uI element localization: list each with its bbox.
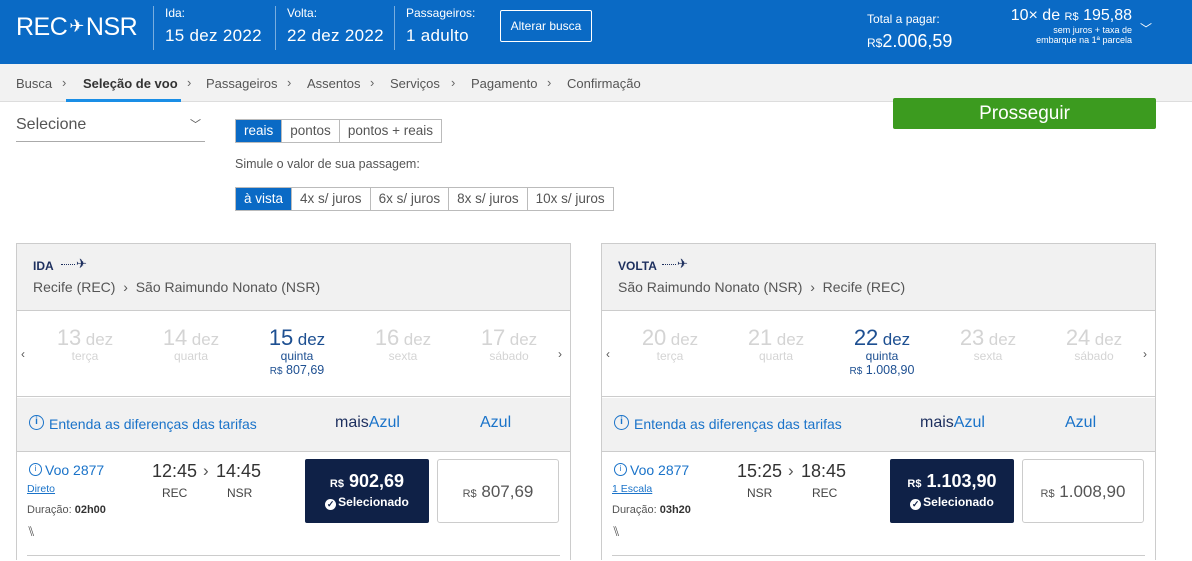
step-busca[interactable]: Busca <box>16 76 52 91</box>
chevron-down-icon: ﹀ <box>190 119 201 131</box>
option-pontos-reais[interactable]: pontos + reais <box>338 120 441 142</box>
plane-icon: ✈ <box>677 256 688 271</box>
date-option[interactable]: 23 dez sexta <box>948 325 1028 363</box>
proceed-button[interactable]: Prosseguir <box>893 98 1156 129</box>
info-icon[interactable]: i <box>29 415 44 430</box>
option-pontos[interactable]: pontos <box>281 120 339 142</box>
plane-icon: ✈ <box>69 16 84 36</box>
azul-column: Azul <box>1065 414 1097 431</box>
mais-azul-fare-selected[interactable]: R$ 1.103,90 ✓ Selecionado <box>890 459 1014 523</box>
alter-search-button[interactable]: Alterar busca <box>500 10 592 42</box>
arrival-time: 14:45 <box>216 461 262 481</box>
chevron-down-icon[interactable]: ﹀ <box>1140 20 1152 37</box>
info-icon[interactable]: i <box>29 463 42 476</box>
chevron-right-icon: › <box>370 75 375 90</box>
step-selecao-de-voo[interactable]: Seleção de voo <box>83 76 178 91</box>
passengers-info: Passageiros: 1 adulto <box>394 6 475 50</box>
breadcrumb: Busca › Seleção de voo › Passageiros › A… <box>0 64 1192 102</box>
option-8x[interactable]: 8x s/ juros <box>448 188 527 210</box>
ida-card: IDA ✈ Recife (REC) › São Raimundo Nonato… <box>16 243 571 560</box>
flight-type-link[interactable]: Direto <box>27 483 55 495</box>
volta-date-selector: ‹ 20 dez terça 21 dez quarta 22 dez quinta R… <box>602 312 1155 397</box>
chevron-right-icon: › <box>788 461 794 480</box>
azul-fare-option[interactable]: R$ 1.008,90 <box>1022 459 1144 523</box>
date-option[interactable]: 24 dez sábado <box>1054 325 1134 363</box>
volta-card: VOLTA ✈ São Raimundo Nonato (NSR) › Reci… <box>601 243 1156 560</box>
flight-number[interactable]: Voo 2877 <box>630 462 689 478</box>
info-icon[interactable]: i <box>614 415 629 430</box>
chevron-right-icon: › <box>187 75 192 90</box>
date-option[interactable]: 13 dez terça <box>45 325 125 363</box>
chevron-right-icon[interactable]: › <box>1143 347 1147 361</box>
fare-header: i Entenda as diferenças das tarifas mais… <box>602 398 1155 452</box>
fare-differences-link[interactable]: Entenda as diferenças das tarifas <box>634 416 842 432</box>
volta-header: VOLTA ✈ São Raimundo Nonato (NSR) › Reci… <box>602 244 1155 311</box>
chevron-left-icon[interactable]: ‹ <box>21 347 25 361</box>
installment-toggle: à vista 4x s/ juros 6x s/ juros 8x s/ ju… <box>235 187 614 211</box>
step-confirmacao[interactable]: Confirmação <box>567 76 641 91</box>
total-to-pay: Total a pagar: R$2.006,59 <box>867 12 953 51</box>
route-logo: REC ✈NSR <box>16 13 138 41</box>
plane-icon: ✈ <box>76 256 87 271</box>
payment-type-toggle: reais pontos pontos + reais <box>235 119 442 143</box>
date-option[interactable]: 17 dez sábado <box>469 325 549 363</box>
step-pagamento[interactable]: Pagamento <box>471 76 538 91</box>
azul-column: Azul <box>480 414 512 431</box>
departure-airport: NSR <box>747 486 773 500</box>
check-icon: ✓ <box>910 499 922 510</box>
date-option-selected[interactable]: 22 dez quinta R$ 1.008,90 <box>842 325 922 377</box>
chevron-right-icon[interactable]: › <box>558 347 562 361</box>
active-step-indicator <box>66 99 181 102</box>
flight-duration: Duração: 03h20 <box>612 504 691 516</box>
mais-azul-fare-selected[interactable]: R$ 902,69 ✓ Selecionado <box>305 459 429 523</box>
departure-time: 12:45 <box>152 461 198 481</box>
date-option[interactable]: 20 dez terça <box>630 325 710 363</box>
flight-row: i Voo 2877 Direto Duração: 02h00 ⑊ 12:45… <box>17 453 570 561</box>
sort-select[interactable]: Selecione ﹀ <box>16 108 205 142</box>
option-4x[interactable]: 4x s/ juros <box>291 188 370 210</box>
date-option[interactable]: 14 dez quarta <box>151 325 231 363</box>
date-option-selected[interactable]: 15 dez quinta R$ 807,69 <box>257 325 337 377</box>
installments-info[interactable]: 10× de R$ 195,88 sem juros + taxa de emb… <box>952 7 1132 45</box>
option-6x[interactable]: 6x s/ juros <box>369 188 449 210</box>
azul-fare-option[interactable]: R$ 807,69 <box>437 459 559 523</box>
arrival-airport: NSR <box>227 486 253 500</box>
mais-azul-column: maisAzul <box>920 414 985 431</box>
info-icon[interactable]: i <box>614 463 627 476</box>
ida-info: Ida: 15 dez 2022 <box>153 6 262 50</box>
chevron-right-icon: › <box>547 75 552 90</box>
chevron-right-icon: › <box>203 461 209 480</box>
step-assentos[interactable]: Assentos <box>307 76 360 91</box>
chevron-right-icon: › <box>287 75 292 90</box>
simulate-label: Simule o valor de sua passagem: <box>235 157 420 171</box>
mais-azul-column: maisAzul <box>335 414 400 431</box>
option-reais[interactable]: reais <box>236 120 282 142</box>
flight-number[interactable]: Voo 2877 <box>45 462 104 478</box>
date-option[interactable]: 16 dez sexta <box>363 325 443 363</box>
volta-info: Volta: 22 dez 2022 <box>275 6 384 50</box>
check-icon: ✓ <box>325 499 337 510</box>
chevron-right-icon: › <box>62 75 67 90</box>
arrival-airport: REC <box>812 486 838 500</box>
option-a-vista[interactable]: à vista <box>236 188 292 210</box>
ida-date-selector: ‹ 13 dez terça 14 dez quarta 15 dez quinta R… <box>17 312 570 397</box>
fare-differences-link[interactable]: Entenda as diferenças das tarifas <box>49 416 257 432</box>
departure-airport: REC <box>162 486 188 500</box>
ida-header: IDA ✈ Recife (REC) › São Raimundo Nonato… <box>17 244 570 311</box>
step-servicos[interactable]: Serviços <box>390 76 440 91</box>
departure-time: 15:25 <box>737 461 783 481</box>
flight-type-link[interactable]: 1 Escala <box>612 483 652 495</box>
flight-duration: Duração: 02h00 <box>27 504 106 516</box>
chevron-left-icon[interactable]: ‹ <box>606 347 610 361</box>
fare-header: i Entenda as diferenças das tarifas mais… <box>17 398 570 452</box>
step-passageiros[interactable]: Passageiros <box>206 76 278 91</box>
option-10x[interactable]: 10x s/ juros <box>526 188 613 210</box>
chevron-right-icon: › <box>451 75 456 90</box>
seat-icon: ⑊ <box>612 523 621 539</box>
flight-row: i Voo 2877 1 Escala Duração: 03h20 ⑊ 15:… <box>602 453 1155 561</box>
date-option[interactable]: 21 dez quarta <box>736 325 816 363</box>
arrival-time: 18:45 <box>801 461 847 481</box>
top-bar: REC ✈NSR Ida: 15 dez 2022 Volta: 22 dez 2… <box>0 0 1192 64</box>
seat-icon: ⑊ <box>27 523 36 539</box>
